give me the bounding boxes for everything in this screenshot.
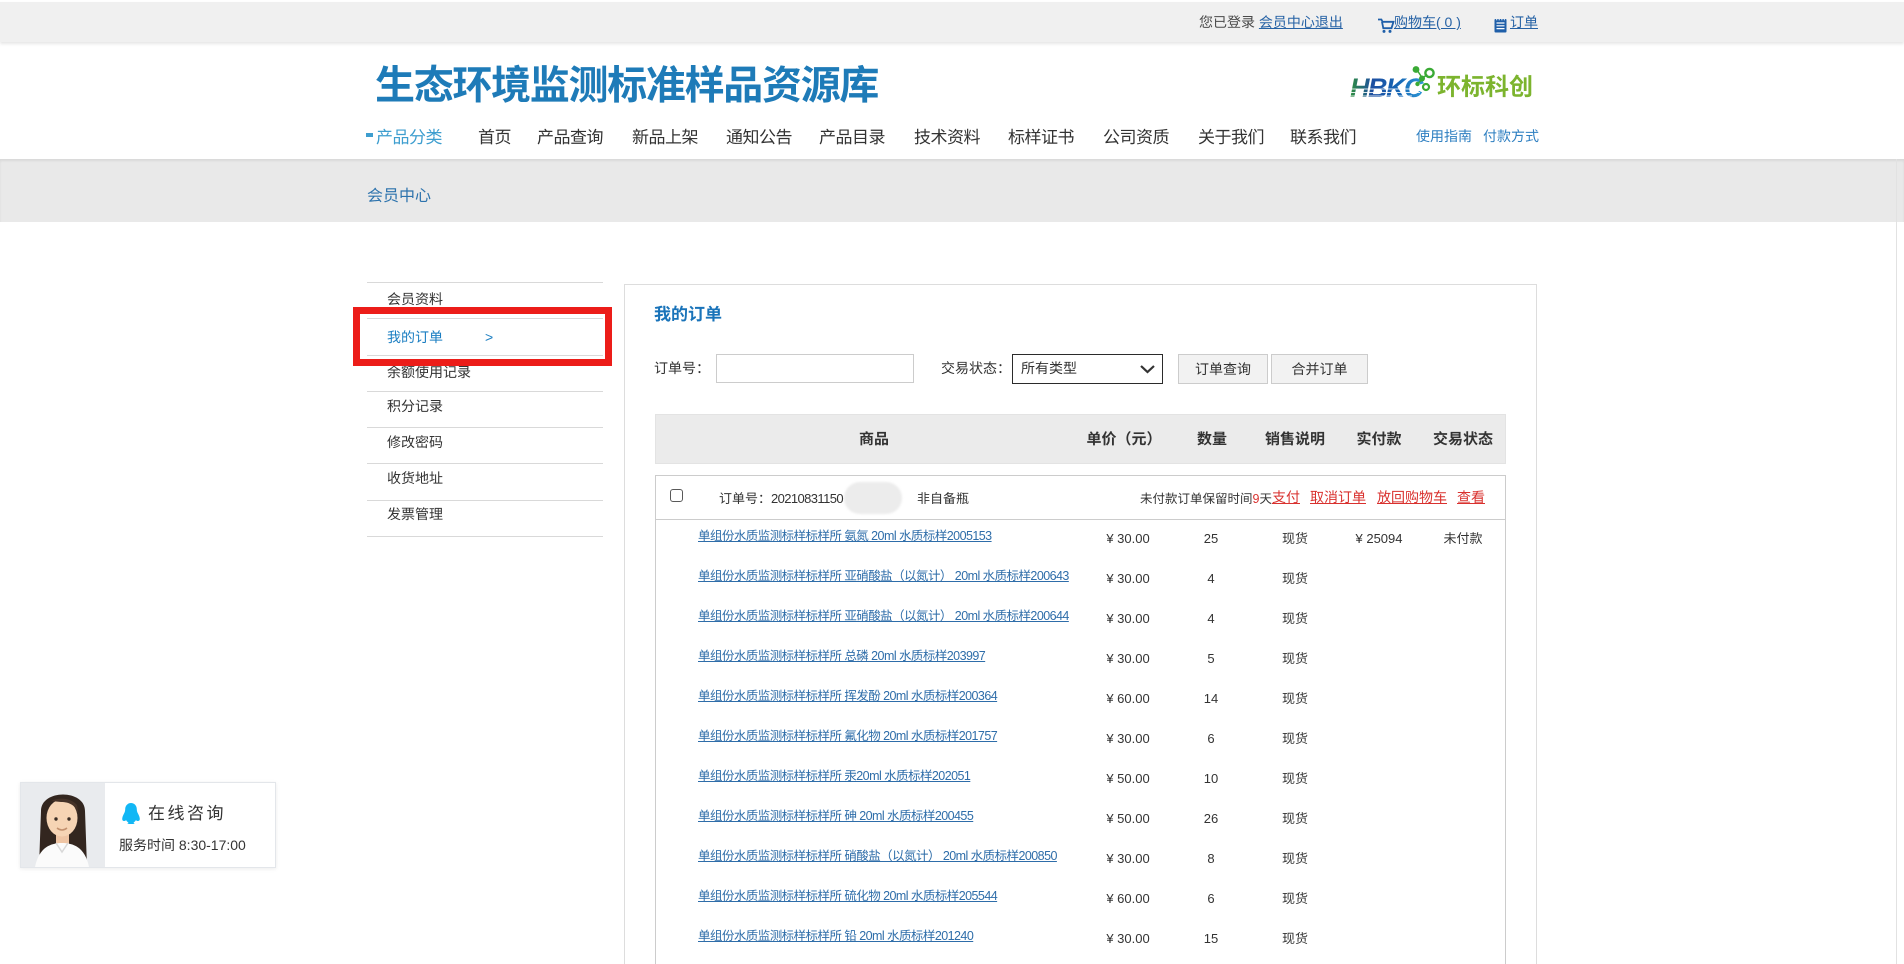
svg-text:HBKC: HBKC — [1350, 73, 1424, 103]
svg-text:环标科创: 环标科创 — [1437, 67, 1533, 102]
